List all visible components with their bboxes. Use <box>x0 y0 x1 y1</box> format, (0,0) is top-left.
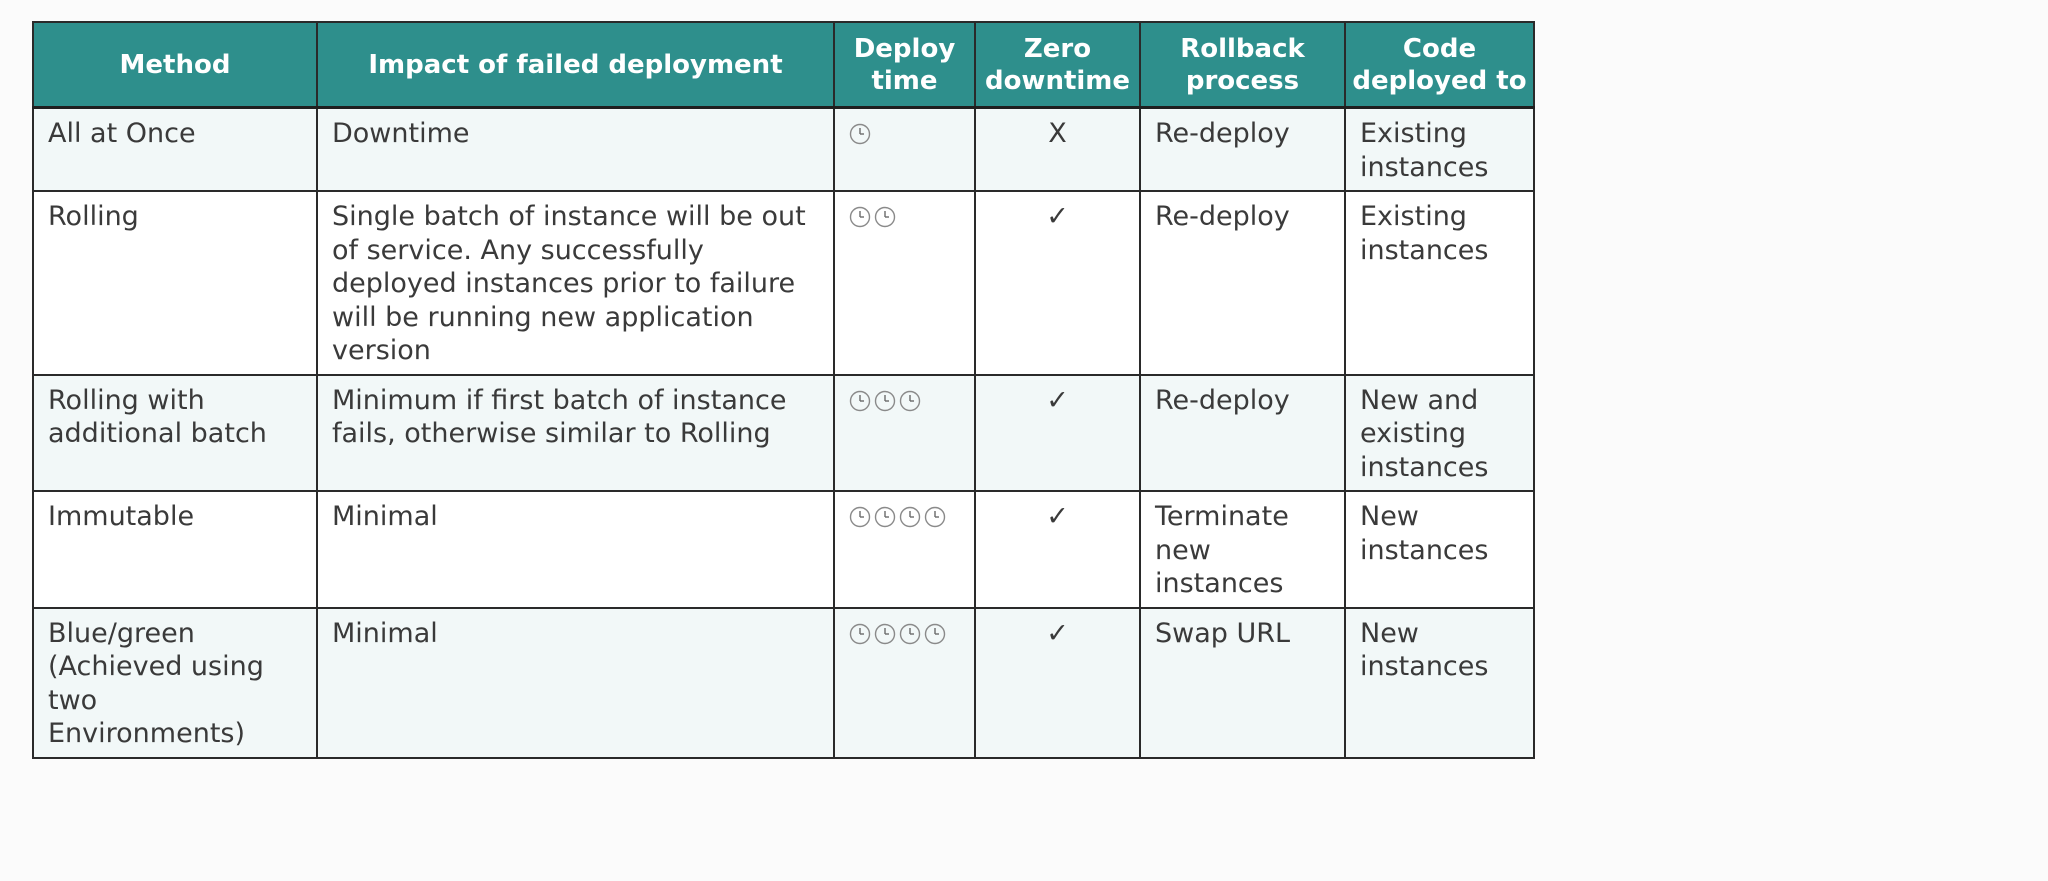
deploy-time-cell <box>833 490 976 609</box>
rollback-cell: Re-deploy <box>1139 373 1346 492</box>
header-zero-downtime: Zero downtime <box>974 21 1141 109</box>
header-rollback: Rollback process <box>1139 21 1346 109</box>
method-cell: Rolling with additional batch <box>32 373 318 492</box>
clock-icon <box>849 390 871 412</box>
header-deployed-to: Code deployed to <box>1344 21 1535 109</box>
zero-downtime-cell: X <box>974 106 1141 192</box>
deployment-methods-table: Method Impact of failed deployment Deplo… <box>32 21 1535 759</box>
impact-cell: Downtime <box>316 106 835 192</box>
table-row: Rolling with additional batch Minimum if… <box>32 373 1535 492</box>
clock-group <box>849 200 960 228</box>
table-row: All at Once Downtime X Re-deploy Existin… <box>32 106 1535 192</box>
impact-cell: Minimum if first batch of instance fails… <box>316 373 835 492</box>
deployed-to-cell: Existing instances <box>1344 106 1535 192</box>
deployed-to-cell: Existing instances <box>1344 190 1535 376</box>
impact-cell: Single batch of instance will be out of … <box>316 190 835 376</box>
method-cell: All at Once <box>32 106 318 192</box>
rollback-cell: Terminate new instances <box>1139 490 1346 609</box>
method-cell: Blue/green (Achieved using two Environme… <box>32 606 318 759</box>
clock-icon <box>849 123 871 145</box>
clock-icon <box>899 623 921 645</box>
zero-downtime-cell: ✓ <box>974 490 1141 609</box>
clock-group <box>849 384 960 412</box>
header-impact: Impact of failed deployment <box>316 21 835 109</box>
deploy-time-cell <box>833 106 976 192</box>
deploy-time-cell <box>833 373 976 492</box>
deployed-to-cell: New instances <box>1344 606 1535 759</box>
rollback-cell: Re-deploy <box>1139 190 1346 376</box>
clock-icon <box>924 506 946 528</box>
zero-downtime-cell: ✓ <box>974 190 1141 376</box>
clock-icon <box>924 623 946 645</box>
clock-icon <box>874 206 896 228</box>
deploy-time-cell <box>833 190 976 376</box>
clock-icon <box>899 390 921 412</box>
table-header-row: Method Impact of failed deployment Deplo… <box>32 21 1535 109</box>
rollback-cell: Re-deploy <box>1139 106 1346 192</box>
deploy-time-cell <box>833 606 976 759</box>
impact-cell: Minimal <box>316 606 835 759</box>
deployed-to-cell: New instances <box>1344 490 1535 609</box>
clock-icon <box>849 206 871 228</box>
clock-icon <box>849 623 871 645</box>
clock-icon <box>899 506 921 528</box>
clock-icon <box>874 390 896 412</box>
table-row: Blue/green (Achieved using two Environme… <box>32 606 1535 759</box>
clock-group <box>849 617 960 645</box>
deployed-to-cell: New and existing instances <box>1344 373 1535 492</box>
zero-downtime-cell: ✓ <box>974 373 1141 492</box>
table-row: Rolling Single batch of instance will be… <box>32 190 1535 376</box>
clock-icon <box>874 623 896 645</box>
clock-icon <box>849 506 871 528</box>
header-deploy-time: Deploy time <box>833 21 976 109</box>
clock-icon <box>874 506 896 528</box>
clock-group <box>849 117 960 145</box>
impact-cell: Minimal <box>316 490 835 609</box>
table-row: Immutable Minimal ✓ Terminate new instan… <box>32 490 1535 609</box>
rollback-cell: Swap URL <box>1139 606 1346 759</box>
method-cell: Rolling <box>32 190 318 376</box>
zero-downtime-cell: ✓ <box>974 606 1141 759</box>
header-method: Method <box>32 21 318 109</box>
clock-group <box>849 500 960 528</box>
method-cell: Immutable <box>32 490 318 609</box>
